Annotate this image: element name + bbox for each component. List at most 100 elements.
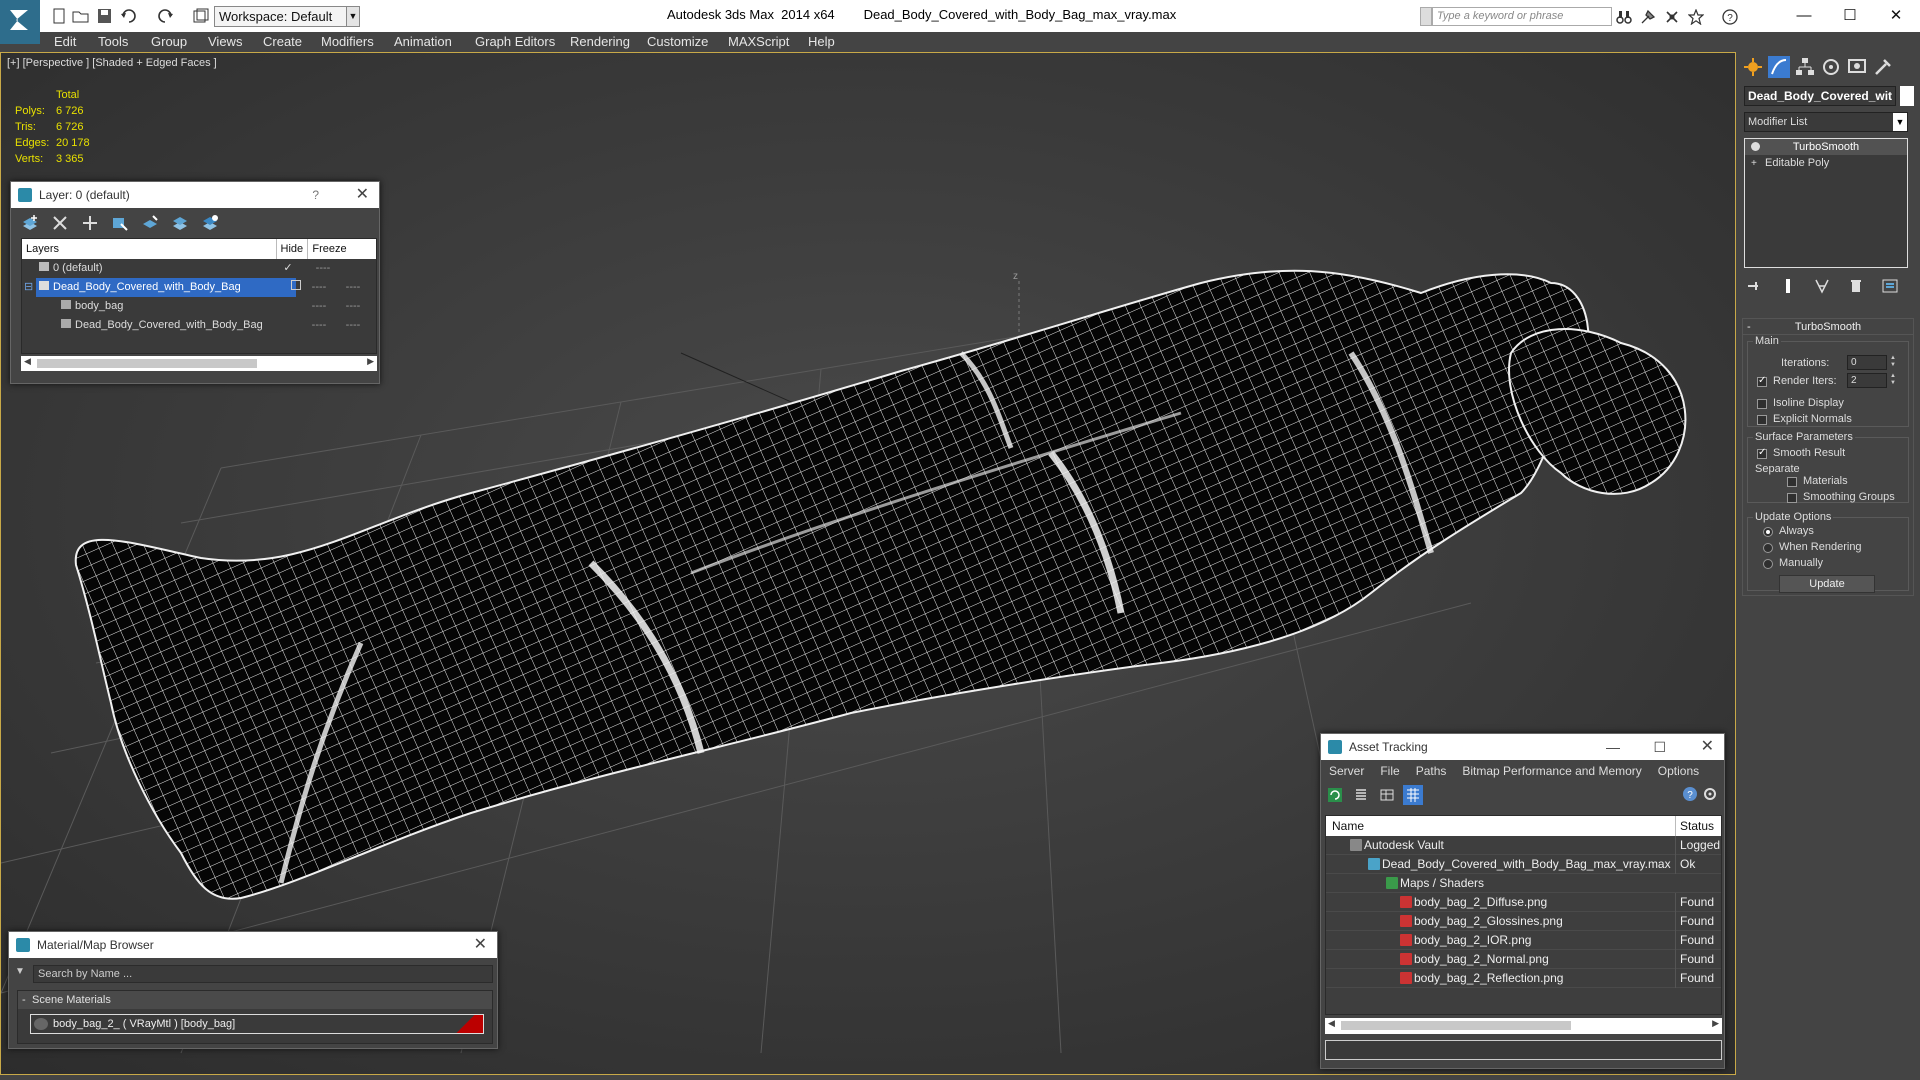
close-icon[interactable]: ✕ (1701, 734, 1714, 760)
binoculars-icon[interactable] (1616, 9, 1632, 25)
hierarchy-tab-icon[interactable] (1794, 56, 1816, 78)
workspace-dropdown[interactable]: Workspace: Default ▼ (214, 6, 360, 27)
add-to-layer-icon[interactable] (81, 214, 99, 232)
asset-row[interactable]: Dead_Body_Covered_with_Body_Bag_max_vray… (1326, 855, 1721, 874)
smoothing-groups-checkbox[interactable] (1787, 493, 1797, 503)
remove-modifier-icon[interactable] (1848, 278, 1864, 294)
scroll-thumb[interactable] (1341, 1021, 1571, 1030)
stack-item-editable-poly[interactable]: + Editable Poly (1745, 155, 1907, 171)
collapse-icon[interactable]: - (1747, 319, 1751, 335)
close-icon[interactable]: ✕ (1876, 4, 1916, 28)
favorites-star-icon[interactable] (1688, 9, 1704, 25)
asset-row[interactable]: body_bag_2_Glossines.png Found (1326, 912, 1721, 931)
minimize-icon[interactable]: — (1606, 734, 1620, 760)
new-file-icon[interactable] (50, 8, 68, 24)
scene-materials-header[interactable]: - Scene Materials (18, 991, 492, 1009)
layer-freeze-toggle[interactable]: ---- (310, 259, 336, 278)
modify-tab-icon[interactable] (1768, 56, 1790, 78)
menu-modifiers[interactable]: Modifiers (321, 34, 374, 49)
chevron-down-icon[interactable]: ▼ (1893, 113, 1907, 131)
layer-row[interactable]: body_bag ---- ---- (22, 297, 376, 316)
motion-tab-icon[interactable] (1820, 56, 1842, 78)
layer-hide-toggle[interactable]: ✓ (278, 259, 298, 278)
current-layer-checkbox[interactable] (291, 280, 301, 290)
update-button[interactable]: Update (1779, 575, 1875, 593)
list-view-icon[interactable] (1353, 787, 1369, 803)
materials-checkbox[interactable] (1787, 477, 1797, 487)
menu-rendering[interactable]: Rendering (570, 34, 630, 49)
column-freeze[interactable]: Freeze (308, 239, 376, 259)
display-tab-icon[interactable] (1846, 56, 1868, 78)
save-icon[interactable] (96, 8, 114, 24)
viewport-label[interactable]: [+] [Perspective ] [Shaded + Edged Faces… (7, 57, 217, 69)
always-radio[interactable] (1763, 527, 1773, 537)
object-color-swatch[interactable] (1900, 86, 1914, 106)
turbosmooth-rollout-header[interactable]: - TurboSmooth (1743, 319, 1913, 335)
menu-help[interactable]: Help (808, 34, 835, 49)
asset-menu-bitmap-performance[interactable]: Bitmap Performance and Memory (1462, 760, 1641, 782)
layer-freeze-toggle[interactable]: ---- (340, 297, 366, 316)
close-icon[interactable]: ✕ (474, 932, 487, 958)
menu-views[interactable]: Views (208, 34, 242, 49)
make-unique-icon[interactable] (1814, 278, 1830, 294)
help-icon[interactable]: ? (1722, 9, 1738, 25)
smooth-result-checkbox[interactable] (1757, 447, 1767, 459)
collapse-icon[interactable]: ⊟ (24, 278, 33, 297)
layer-row[interactable]: ⊟ Dead_Body_Covered_with_Body_Bag ---- -… (22, 278, 376, 297)
column-name[interactable]: Name (1332, 816, 1364, 836)
asset-menu-file[interactable]: File (1380, 760, 1399, 782)
menu-graph-editors[interactable]: Graph Editors (475, 34, 555, 49)
layer-row[interactable]: 0 (default) ✓ ---- (22, 259, 376, 278)
layer-freeze-toggle[interactable]: ---- (340, 278, 366, 297)
menu-maxscript[interactable]: MAXScript (728, 34, 789, 49)
isoline-display-checkbox[interactable] (1757, 399, 1767, 409)
layer-hide-toggle[interactable]: ---- (306, 316, 332, 335)
options-dropdown-icon[interactable]: ▼ (15, 966, 25, 977)
pin-stack-icon[interactable] (1746, 278, 1762, 294)
layer-freeze-toggle[interactable]: ---- (340, 316, 366, 335)
open-file-icon[interactable] (72, 8, 90, 24)
new-layer-icon[interactable] (21, 214, 39, 232)
material-browser-titlebar[interactable]: Material/Map Browser ✕ (9, 932, 497, 958)
table-view-icon[interactable] (1379, 787, 1395, 803)
delete-layer-icon[interactable] (51, 214, 69, 232)
horizontal-scrollbar[interactable]: ◀ ▶ (21, 356, 377, 371)
collapse-icon[interactable]: - (22, 991, 26, 1009)
asset-tracking-titlebar[interactable]: Asset Tracking — ☐ ✕ (1321, 734, 1724, 760)
explicit-normals-checkbox[interactable] (1757, 415, 1767, 425)
menu-group[interactable]: Group (151, 34, 187, 49)
refresh-icon[interactable] (1327, 787, 1343, 803)
minimize-icon[interactable]: — (1784, 4, 1824, 28)
asset-menu-options[interactable]: Options (1658, 760, 1699, 782)
menu-create[interactable]: Create (263, 34, 302, 49)
iterations-spinner[interactable]: 0 (1847, 355, 1887, 370)
undo-icon[interactable] (120, 8, 138, 24)
close-icon[interactable]: ✕ (356, 182, 369, 208)
column-hide[interactable]: Hide (277, 239, 309, 259)
asset-menu-server[interactable]: Server (1329, 760, 1364, 782)
render-iters-checkbox[interactable] (1757, 375, 1767, 387)
render-iters-spinner-arrows[interactable]: ▲ ▼ (1889, 373, 1897, 388)
asset-row[interactable]: body_bag_2_Normal.png Found (1326, 950, 1721, 969)
layer-hide-toggle[interactable] (286, 278, 306, 297)
horizontal-scrollbar[interactable]: ◀ ▶ (1325, 1018, 1722, 1034)
highlight-layer-icon[interactable] (141, 214, 159, 232)
iterations-spinner-arrows[interactable]: ▲ ▼ (1889, 355, 1897, 370)
help-icon[interactable]: ? (312, 182, 319, 208)
asset-row[interactable]: body_bag_2_Reflection.png Found (1326, 969, 1721, 988)
scroll-right-icon[interactable]: ▶ (367, 356, 374, 367)
menu-customize[interactable]: Customize (647, 34, 708, 49)
when-rendering-radio[interactable] (1763, 543, 1773, 553)
asset-row[interactable]: body_bag_2_Diffuse.png Found (1326, 893, 1721, 912)
redo-icon[interactable] (156, 8, 174, 24)
object-name-field[interactable]: Dead_Body_Covered_wit (1744, 86, 1896, 106)
maximize-icon[interactable]: ☐ (1653, 734, 1666, 760)
utilities-tab-icon[interactable] (1872, 56, 1894, 78)
asset-menu-paths[interactable]: Paths (1416, 760, 1447, 782)
hold-icon[interactable] (192, 8, 210, 24)
scroll-right-icon[interactable]: ▶ (1712, 1018, 1719, 1029)
maximize-icon[interactable]: ☐ (1830, 4, 1870, 28)
scroll-thumb[interactable] (37, 359, 257, 368)
menu-animation[interactable]: Animation (394, 34, 452, 49)
show-end-result-icon[interactable] (1780, 278, 1796, 294)
